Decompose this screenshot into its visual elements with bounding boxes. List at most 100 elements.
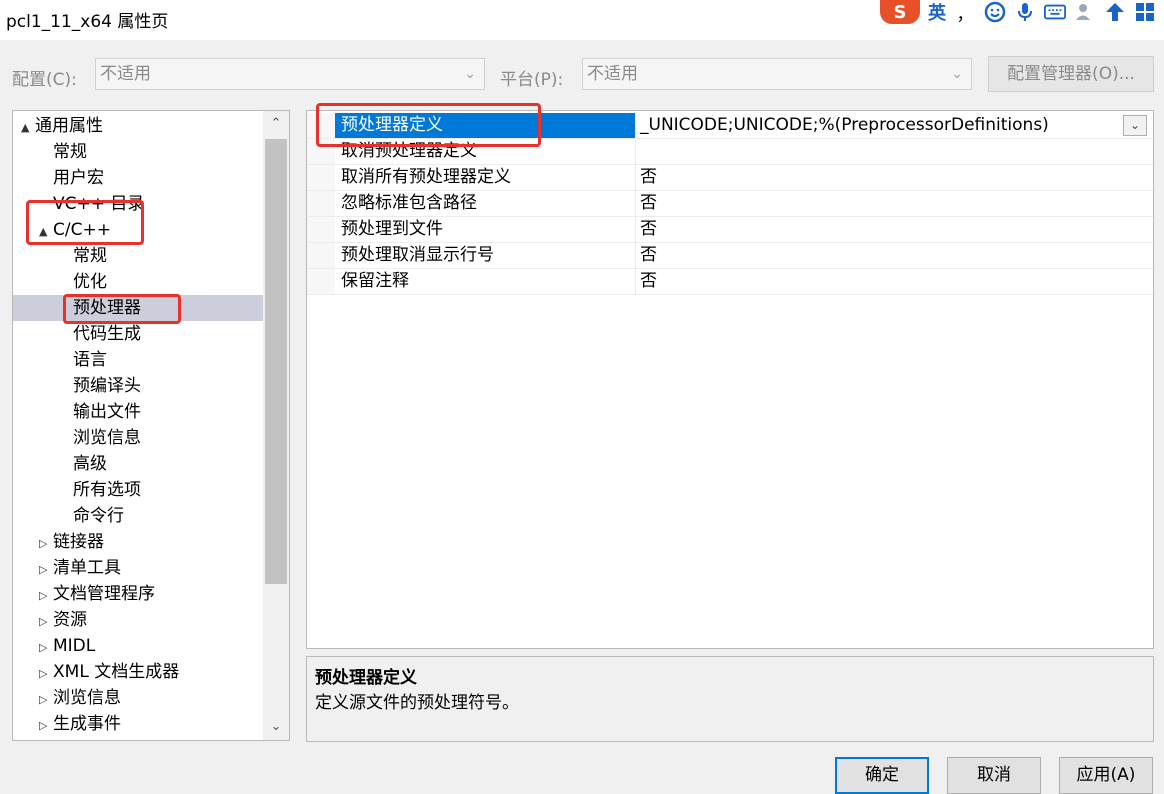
sogou-logo-icon[interactable]: S: [880, 0, 920, 24]
tree-item[interactable]: 输出文件: [13, 399, 141, 425]
tree-item[interactable]: ▲ 通用属性: [13, 113, 103, 139]
tree-item-label: 浏览信息: [53, 688, 121, 708]
expand-toggle-icon[interactable]: ▷: [39, 557, 53, 583]
tree-item[interactable]: ▷ 文档管理程序: [13, 581, 155, 607]
tree-item[interactable]: 代码生成: [13, 321, 141, 347]
expand-toggle-icon[interactable]: ▷: [39, 635, 53, 661]
property-name[interactable]: 取消预处理器定义: [335, 139, 635, 164]
platform-select[interactable]: 不适用 ⌄: [582, 58, 972, 90]
tree-item-label: 通用属性: [35, 116, 103, 136]
emoji-icon[interactable]: [984, 1, 1006, 23]
expand-toggle-icon[interactable]: ▷: [39, 661, 53, 687]
property-row[interactable]: 取消预处理器定义: [307, 139, 1153, 165]
configuration-row: 配置(C): 不适用 ⌄ 平台(P): 不适用 ⌄ 配置管理器(O)...: [0, 56, 1164, 94]
description-panel: 预处理器定义 定义源文件的预处理符号。: [306, 656, 1154, 742]
microphone-icon[interactable]: [1014, 1, 1036, 23]
tree-item-label: VC++ 目录: [53, 194, 145, 214]
property-name[interactable]: 预处理器定义: [335, 113, 635, 138]
ime-mode-toggle[interactable]: 英: [928, 0, 946, 25]
property-value[interactable]: _UNICODE;UNICODE;%(PreprocessorDefinitio…: [635, 113, 1153, 138]
scroll-down-icon[interactable]: ⌄: [263, 714, 289, 740]
row-gutter: [307, 217, 335, 242]
tree-item[interactable]: ▷ 清单工具: [13, 555, 121, 581]
tree-item-label: 生成事件: [53, 714, 121, 734]
tree-item-label: 用户宏: [53, 168, 104, 188]
configuration-manager-button[interactable]: 配置管理器(O)...: [988, 56, 1154, 92]
expand-toggle-icon[interactable]: ▷: [39, 583, 53, 609]
window-title: pcl1_11_x64 属性页: [6, 12, 169, 32]
property-row[interactable]: 保留注释否: [307, 269, 1153, 295]
property-tree[interactable]: ▲ 通用属性 常规 用户宏 VC++ 目录 ▲ C/C++ 常规 优化 预处理器 代码生成 语言 预编译…: [12, 110, 290, 741]
tree-item[interactable]: 预编译头: [13, 373, 141, 399]
chevron-down-icon: ⌄: [951, 66, 963, 82]
tree-item[interactable]: VC++ 目录: [13, 191, 144, 217]
tree-item[interactable]: 用户宏: [13, 165, 104, 191]
property-name[interactable]: 预处理取消显示行号: [335, 243, 635, 268]
property-value[interactable]: [635, 139, 1153, 164]
tree-item[interactable]: ▷ 链接器: [13, 529, 104, 555]
upload-arrow-icon[interactable]: [1104, 1, 1126, 23]
tree-item-label: 语言: [73, 350, 107, 370]
tree-item[interactable]: 所有选项: [13, 477, 141, 503]
tree-item[interactable]: ▲ C/C++: [13, 217, 111, 243]
expand-toggle-icon[interactable]: ▲: [21, 115, 35, 141]
scroll-thumb[interactable]: [265, 139, 287, 584]
row-gutter: [307, 243, 335, 268]
tree-scrollbar[interactable]: ⌃ ⌄: [263, 111, 289, 740]
property-row[interactable]: 预处理器定义 _UNICODE;UNICODE;%(PreprocessorDef…: [307, 113, 1153, 139]
tree-item[interactable]: 命令行: [13, 503, 124, 529]
property-row[interactable]: 取消所有预处理器定义否: [307, 165, 1153, 191]
tree-item-label: 高级: [73, 454, 107, 474]
tree-item-label: 命令行: [73, 506, 124, 526]
tree-item[interactable]: ▷ XML 文档生成器: [13, 659, 179, 685]
property-value[interactable]: 否: [635, 243, 1153, 268]
tree-item-label: 链接器: [53, 532, 104, 552]
tree-item-label: C/C++: [53, 220, 111, 240]
tree-item[interactable]: ▷ 资源: [13, 607, 87, 633]
user-tools-icon[interactable]: [1074, 1, 1096, 23]
property-grid: 预处理器定义 _UNICODE;UNICODE;%(PreprocessorDef…: [306, 110, 1154, 649]
platform-label: 平台(P):: [500, 70, 564, 90]
cancel-button[interactable]: 取消: [947, 757, 1041, 794]
tree-item-label: XML 文档生成器: [53, 662, 180, 682]
expand-toggle-icon[interactable]: ▷: [39, 687, 53, 713]
scroll-up-icon[interactable]: ⌃: [263, 111, 289, 137]
tree-item[interactable]: 高级: [13, 451, 107, 477]
property-name[interactable]: 忽略标准包含路径: [335, 191, 635, 216]
property-value[interactable]: 否: [635, 165, 1153, 190]
tree-item[interactable]: 语言: [13, 347, 107, 373]
chevron-down-icon: ⌄: [464, 66, 476, 82]
property-row[interactable]: 预处理取消显示行号否: [307, 243, 1153, 269]
property-value[interactable]: 否: [635, 269, 1153, 294]
tree-item[interactable]: 常规: [13, 243, 107, 269]
expand-toggle-icon[interactable]: ▲: [39, 219, 53, 245]
tree-item[interactable]: 浏览信息: [13, 425, 141, 451]
property-value[interactable]: 否: [635, 191, 1153, 216]
punctuation-icon[interactable]: ，: [954, 1, 976, 25]
expand-toggle-icon[interactable]: ▷: [39, 609, 53, 635]
tree-item[interactable]: ▷ 浏览信息: [13, 685, 121, 711]
apply-button[interactable]: 应用(A): [1059, 757, 1153, 794]
tree-item-label: 常规: [53, 142, 87, 162]
expand-toggle-icon[interactable]: ▷: [39, 713, 53, 739]
ime-toolbar: S 英 ，: [880, 0, 1156, 25]
dropdown-chevron-icon[interactable]: ⌄: [1123, 115, 1147, 136]
tree-item[interactable]: ▷ 生成事件: [13, 711, 121, 737]
ok-button[interactable]: 确定: [835, 757, 929, 794]
tree-item[interactable]: 常规: [13, 139, 87, 165]
config-select[interactable]: 不适用 ⌄: [95, 58, 485, 90]
tree-item[interactable]: ▷ MIDL: [13, 633, 95, 659]
expand-toggle-icon[interactable]: ▷: [39, 531, 53, 557]
property-row[interactable]: 预处理到文件否: [307, 217, 1153, 243]
property-value[interactable]: 否: [635, 217, 1153, 242]
keyboard-icon[interactable]: [1044, 1, 1066, 23]
property-name[interactable]: 取消所有预处理器定义: [335, 165, 635, 190]
property-row[interactable]: 忽略标准包含路径否: [307, 191, 1153, 217]
property-name[interactable]: 保留注释: [335, 269, 635, 294]
row-gutter: [307, 191, 335, 216]
grid-menu-icon[interactable]: [1134, 1, 1156, 23]
tree-item[interactable]: 预处理器: [13, 295, 289, 321]
row-gutter: [307, 165, 335, 190]
property-name[interactable]: 预处理到文件: [335, 217, 635, 242]
tree-item[interactable]: 优化: [13, 269, 107, 295]
